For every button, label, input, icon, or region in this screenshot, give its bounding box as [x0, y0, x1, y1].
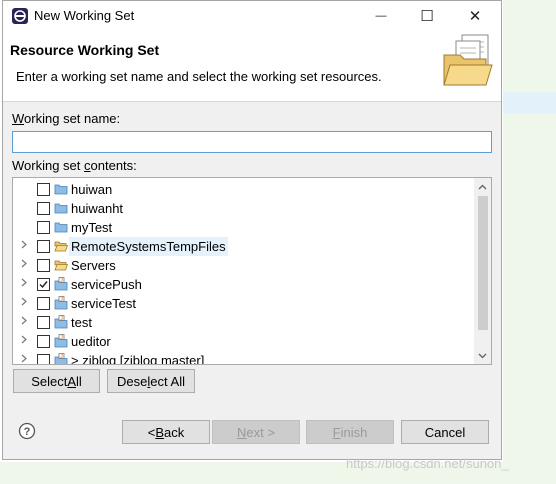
eclipse-app-icon	[12, 8, 28, 24]
deselect-all-button[interactable]: Dese l ect All	[107, 369, 195, 393]
tree-row-checkbox[interactable]	[37, 240, 50, 253]
java-project-icon: J	[54, 353, 68, 364]
tree-vertical-scrollbar[interactable]	[474, 178, 491, 364]
tree-row[interactable]: Jueditor	[13, 332, 473, 351]
tree-row-checkbox[interactable]	[37, 183, 50, 196]
scroll-up-arrow-icon[interactable]	[474, 178, 491, 195]
open-project-icon	[54, 258, 69, 272]
tree-row-checkbox[interactable]	[37, 259, 50, 272]
tree-row-label: test	[71, 315, 92, 330]
close-button[interactable]: ✕	[453, 4, 497, 28]
java-project-icon: J	[54, 277, 68, 291]
tree-row-label: ueditor	[71, 334, 111, 349]
folder-icon	[54, 182, 68, 196]
cancel-button[interactable]: Cancel	[401, 420, 489, 444]
wizard-header: Resource Working Set Enter a working set…	[3, 31, 501, 102]
tree-row[interactable]: JservicePush	[13, 275, 473, 294]
folder-icon	[54, 220, 68, 234]
tree-row-label-wrap[interactable]: huiwanht	[69, 199, 125, 218]
tree-row[interactable]: huiwanht	[13, 199, 473, 218]
close-icon: ✕	[468, 8, 482, 25]
tree-row-label-wrap[interactable]: > ziblog [ziblog master]	[69, 351, 206, 365]
watermark: https://blog.csdn.net/sunon_	[346, 456, 509, 471]
working-set-contents-label: Working set contents:	[12, 158, 137, 173]
minimize-button[interactable]: —	[359, 4, 403, 28]
new-working-set-dialog: New Working Set — ☐ ✕ Resource Working S…	[2, 0, 502, 460]
tree-row[interactable]: huiwan	[13, 180, 473, 199]
tree-row-checkbox[interactable]	[37, 316, 50, 329]
tree-row[interactable]: RemoteSystemsTempFiles	[13, 237, 473, 256]
tree-row-checkbox[interactable]	[37, 335, 50, 348]
tree-row-label: RemoteSystemsTempFiles	[71, 239, 226, 254]
svg-text:?: ?	[24, 426, 31, 438]
back-button[interactable]: < Back	[122, 420, 210, 444]
tree-row-label-wrap[interactable]: test	[69, 313, 94, 332]
chevron-right-icon[interactable]	[19, 297, 29, 309]
tree-row-label-wrap[interactable]: myTest	[69, 218, 114, 237]
minimize-icon: —	[375, 10, 387, 22]
window-title: New Working Set	[34, 8, 135, 23]
tree-row-checkbox[interactable]	[37, 202, 50, 215]
select-all-button[interactable]: Select All	[13, 369, 100, 393]
finish-button[interactable]: Finish	[306, 420, 394, 444]
tree-row-label: > ziblog [ziblog master]	[71, 353, 205, 365]
tree-row-label-wrap[interactable]: servicePush	[69, 275, 144, 294]
help-icon[interactable]: ?	[18, 422, 36, 440]
java-project-icon: J	[54, 296, 68, 310]
scroll-down-arrow-icon[interactable]	[474, 347, 491, 364]
chevron-right-icon[interactable]	[19, 278, 29, 290]
working-set-name-label: Working set name:	[12, 111, 121, 126]
chevron-right-icon[interactable]	[19, 316, 29, 328]
tree-row-label: servicePush	[71, 277, 142, 292]
working-set-banner-icon	[443, 34, 493, 86]
maximize-icon: ☐	[420, 8, 434, 25]
tree-row[interactable]: Jtest	[13, 313, 473, 332]
background-page	[503, 0, 556, 484]
next-button[interactable]: Next >	[212, 420, 300, 444]
tree-row-label-wrap[interactable]: serviceTest	[69, 294, 138, 313]
scrollbar-thumb[interactable]	[478, 196, 488, 330]
page-title: Resource Working Set	[10, 42, 160, 58]
tree-row-label: huiwan	[71, 182, 113, 197]
working-set-name-input[interactable]	[12, 131, 492, 153]
tree-row-checkbox[interactable]	[37, 278, 50, 291]
maximize-button[interactable]: ☐	[405, 4, 449, 28]
tree-row[interactable]: Servers	[13, 256, 473, 275]
open-project-icon	[54, 239, 69, 253]
java-project-icon: J	[54, 334, 68, 348]
title-bar[interactable]: New Working Set — ☐ ✕	[3, 1, 501, 31]
tree-row-checkbox[interactable]	[37, 221, 50, 234]
tree-row-label: huiwanht	[71, 201, 124, 216]
chevron-right-icon[interactable]	[19, 335, 29, 347]
chevron-right-icon[interactable]	[19, 354, 29, 364]
tree-row-label-wrap[interactable]: ueditor	[69, 332, 113, 351]
tree-row-checkbox[interactable]	[37, 354, 50, 364]
tree-row-label-wrap[interactable]: RemoteSystemsTempFiles	[69, 237, 228, 256]
tree-row[interactable]: myTest	[13, 218, 473, 237]
java-project-icon: J	[54, 315, 68, 329]
tree-row-label-wrap[interactable]: huiwan	[69, 180, 114, 199]
tree-row[interactable]: J > ziblog [ziblog master]	[13, 351, 473, 365]
tree-row-label: myTest	[71, 220, 113, 235]
page-description: Enter a working set name and select the …	[16, 69, 382, 84]
tree-row-label: serviceTest	[71, 296, 137, 311]
tree-row-checkbox[interactable]	[37, 297, 50, 310]
tree-row-label: Servers	[71, 258, 116, 273]
folder-icon	[54, 201, 68, 215]
tree-row[interactable]: JserviceTest	[13, 294, 473, 313]
chevron-right-icon[interactable]	[19, 240, 29, 252]
background-strip	[503, 92, 556, 114]
tree-row-label-wrap[interactable]: Servers	[69, 256, 118, 275]
working-set-contents-tree[interactable]: huiwan huiwanht myTest RemoteSystemsTempFil…	[12, 177, 492, 365]
chevron-right-icon[interactable]	[19, 259, 29, 271]
